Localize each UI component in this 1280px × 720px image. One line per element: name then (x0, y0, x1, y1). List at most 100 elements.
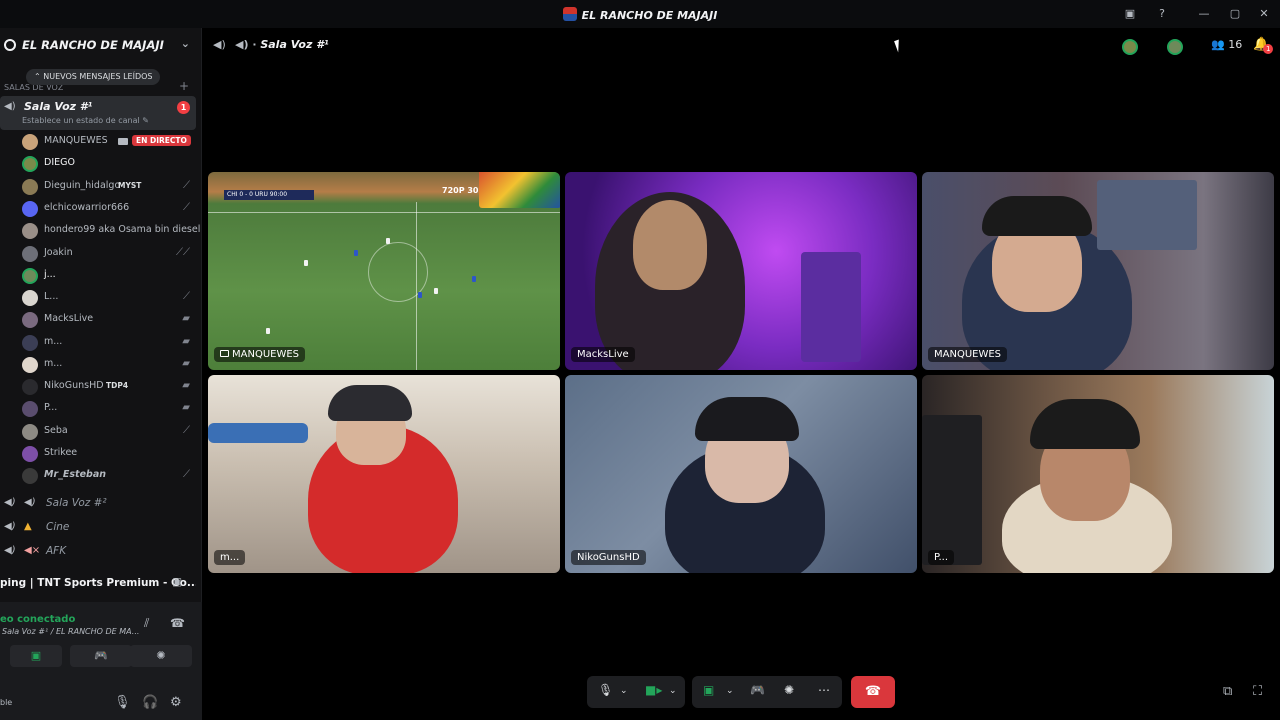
popout-icon[interactable]: ⧉ (1223, 684, 1232, 699)
voice-user[interactable]: L... ⟋ (22, 288, 196, 308)
stream-tile[interactable]: CHI 0 - 0 URU 90:00 720P 30F MANQUEWES (208, 172, 560, 370)
channel-header: ◀) ◀) · Sala Voz #¹ 👥 16 🔔 1 (203, 28, 1280, 62)
server-header[interactable]: EL RANCHO DE MAJAJI ⌄ (0, 28, 202, 64)
tile-label: MacksLive (571, 347, 635, 362)
screen-share-icon[interactable]: ▣ (703, 683, 714, 697)
chevron-down-icon[interactable]: ⌄ (620, 686, 628, 696)
voice-channel[interactable]: ◀) ◀× AFK (0, 542, 196, 562)
stream-activity-row[interactable]: ping | TNT Sports Premium - Go... ▣ (0, 573, 196, 595)
voice-user[interactable]: P... ▰ (22, 399, 196, 419)
fullscreen-icon[interactable]: ⛶ (1253, 684, 1262, 699)
voice-user[interactable]: elchicowarrior666 ⟋ (22, 199, 196, 219)
disconnect-icon[interactable]: ☎ (170, 616, 185, 630)
video-tile[interactable]: NikoGunsHD (565, 375, 917, 573)
video-tile[interactable]: MacksLive (565, 172, 917, 370)
voice-user[interactable]: Seba ⟋ (22, 422, 196, 442)
headphones-icon[interactable]: 🎧 (142, 695, 158, 710)
avatar (22, 424, 38, 440)
channel-status[interactable]: Establece un estado de canal ✎ (22, 116, 149, 125)
activity-button[interactable]: 🎮 (70, 645, 132, 667)
voice-user[interactable]: j... (22, 266, 196, 286)
avatar[interactable] (1167, 39, 1183, 55)
camera-icon: ▰ (182, 336, 190, 347)
soundboard-icon[interactable]: ✺ (784, 683, 794, 697)
voice-user[interactable]: DIEGO (22, 154, 196, 174)
user-status: ble (0, 698, 13, 707)
deafened-icon: ⟋⟋ (176, 247, 190, 258)
player (304, 260, 308, 266)
player (434, 288, 438, 294)
chevron-down-icon[interactable]: ⌄ (726, 686, 734, 696)
bell-icon[interactable]: 🔔 1 (1253, 37, 1274, 54)
voice-user[interactable]: m... ▰ (22, 355, 196, 375)
tile-label: MANQUEWES (928, 347, 1008, 362)
user-panel: ble 🎙 🎧 ⚙ (0, 688, 202, 720)
help-icon[interactable]: ? (1154, 6, 1170, 22)
mic-icon[interactable]: 🎙 (114, 695, 131, 710)
video-tile[interactable]: m... (208, 375, 560, 573)
live-badge: EN DIRECTO (132, 135, 191, 146)
avatar (22, 379, 38, 395)
avatar (22, 446, 38, 462)
hair (328, 385, 412, 421)
scoreboard: CHI 0 - 0 URU 90:00 (224, 190, 314, 200)
avatar (22, 201, 38, 217)
notification-badge: 1 (1263, 44, 1274, 54)
voice-user[interactable]: hondero99 aka Osama bin diesel (22, 221, 200, 241)
mic-icon[interactable]: 🎙 (598, 683, 613, 697)
user-tag: MYST (118, 181, 142, 190)
voice-user[interactable]: Dieguin_hidalgo MYST ⟋ (22, 177, 196, 197)
speaker-icon: ◀) (4, 101, 16, 112)
video-tile[interactable]: MANQUEWES (922, 172, 1274, 370)
avatar (22, 134, 38, 150)
channel-sidebar: EL RANCHO DE MAJAJI ⌄ SALAS DE VOZ + ⌃ N… (0, 28, 202, 720)
speaker-icon: ◀) (213, 38, 226, 51)
server-logo-icon (562, 7, 577, 21)
voice-channel[interactable]: ◀) ◀) Sala Voz #² (0, 494, 196, 514)
chevron-down-icon[interactable]: ⌄ (669, 686, 677, 696)
soundboard-button[interactable]: ✺ (130, 645, 192, 667)
screen-share-button[interactable]: ▣ (10, 645, 62, 667)
voice-channel-active[interactable]: ◀) Sala Voz #¹ Establece un estado de ca… (0, 96, 196, 130)
chevron-down-icon: ⌄ (180, 37, 190, 50)
channel-title: ◀) · Sala Voz #¹ (235, 38, 329, 51)
poster (1097, 180, 1197, 250)
inbox-icon[interactable]: ▣ (1122, 6, 1138, 22)
close-button[interactable]: ✕ (1256, 6, 1272, 22)
voice-user[interactable]: Strikee (22, 444, 196, 464)
voice-user[interactable]: Mr_Esteban ⟋ (22, 466, 196, 486)
voice-user[interactable]: NikoGunsHD TDP4 ▰ (22, 377, 196, 397)
voice-channel-link[interactable]: Sala Voz #¹ / EL RANCHO DE MA... (2, 627, 139, 636)
voice-user[interactable]: MacksLive ▰ (22, 310, 196, 330)
more-icon[interactable]: ⋯ (818, 683, 830, 697)
voice-channel[interactable]: ◀) ▲ Cine (0, 518, 196, 538)
camera-icon[interactable]: ■▸ (645, 683, 662, 697)
player (472, 276, 476, 282)
avatar (22, 156, 38, 172)
streamer-overlay-logo (479, 172, 560, 208)
activity-icon[interactable]: 🎮 (750, 683, 765, 697)
tile-label: m... (214, 550, 246, 565)
avatar[interactable] (1122, 39, 1138, 55)
hair (1030, 399, 1140, 449)
server-name: EL RANCHO DE MAJAJI (22, 38, 164, 52)
add-channel-icon[interactable]: + (179, 79, 189, 93)
noise-suppression-icon[interactable]: ⫽ (144, 616, 149, 631)
voice-user[interactable]: MANQUEWES EN DIRECTO (22, 132, 196, 152)
voice-user[interactable]: Joakin ⟋⟋ (22, 244, 196, 264)
video-tile[interactable]: P... (922, 375, 1274, 573)
disconnect-button[interactable]: ☎ (851, 676, 895, 708)
minimize-button[interactable]: — (1196, 6, 1212, 22)
speaker-icon: ◀) (24, 497, 36, 508)
tile-label: P... (928, 550, 955, 565)
field-line (208, 212, 560, 213)
gear-icon[interactable]: ⚙ (170, 695, 182, 710)
unread-messages-pill[interactable]: ⌃ NUEVOS MENSAJES LEÍDOS (26, 69, 161, 85)
avatar (22, 179, 38, 195)
members-count[interactable]: 👥 16 (1211, 38, 1242, 51)
muted-speaker-icon: ◀× (24, 545, 41, 556)
player (418, 292, 422, 298)
maximize-button[interactable]: ▢ (1227, 6, 1243, 22)
voice-user[interactable]: m... ▰ (22, 333, 196, 353)
screen-share-icon: ▣ (172, 576, 182, 588)
